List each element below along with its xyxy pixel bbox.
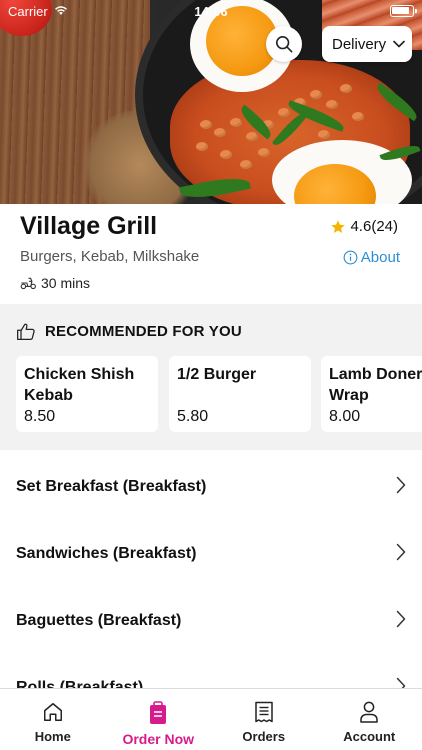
tab-label: Order Now (122, 731, 195, 747)
item-name: Chicken Shish Kebab (24, 366, 135, 404)
tab-order-now[interactable]: Order Now (106, 689, 212, 750)
tab-label: Home (34, 729, 71, 744)
tab-label: Account (343, 729, 396, 744)
chevron-right-icon (396, 543, 406, 561)
home-icon (43, 703, 62, 721)
chevron-right-icon (396, 476, 406, 494)
clock: 14:06 (194, 4, 228, 19)
item-name: 1/2 Burger (177, 366, 257, 383)
bean (278, 108, 290, 117)
item-price: 8.00 (329, 408, 361, 425)
recommended-item[interactable]: Chicken Shish Kebab 8.50 (16, 356, 158, 432)
user-icon (360, 701, 378, 723)
tab-label: Orders (242, 729, 286, 744)
delivery-time-value: 30 mins (41, 275, 91, 291)
item-price: 5.80 (177, 408, 209, 425)
tab-home[interactable]: Home (0, 689, 106, 750)
bean (220, 150, 232, 159)
category-label: Sandwiches (Breakfast) (16, 545, 197, 562)
bottom-tab-bar: Home Order Now Orders Account (0, 688, 422, 750)
rating-value: 4.6(24) (350, 218, 398, 235)
bean (310, 90, 322, 99)
about-link[interactable]: About (343, 249, 400, 266)
status-bar: Carrier 14:06 (0, 0, 422, 24)
search-icon (275, 35, 293, 53)
bean (326, 100, 338, 109)
delivery-mode-label: Delivery (332, 35, 387, 53)
battery-icon (390, 5, 417, 17)
bean (352, 112, 364, 121)
recommended-item[interactable]: 1/2 Burger 5.80 (169, 356, 311, 432)
receipt-icon (255, 701, 273, 723)
rating[interactable]: 4.6(24) (330, 218, 398, 235)
item-price: 8.50 (24, 408, 56, 425)
bean (214, 128, 226, 137)
delivery-time: 30 mins (20, 275, 90, 291)
recommended-heading: RECOMMENDED FOR YOU (16, 322, 242, 341)
order-bag-icon (150, 701, 167, 724)
restaurant-name: Village Grill (20, 212, 158, 240)
bean (246, 132, 258, 141)
recommended-item[interactable]: Lamb Doner Wrap 8.00 (321, 356, 422, 432)
category-row-baguettes[interactable]: Baguettes (Breakfast) (0, 586, 422, 654)
category-row-set-breakfast[interactable]: Set Breakfast (Breakfast) (0, 452, 422, 520)
star-icon (331, 219, 346, 233)
about-label: About (360, 249, 400, 266)
tab-account[interactable]: Account (317, 689, 422, 750)
bean (200, 120, 212, 129)
delivery-mode-select[interactable]: Delivery (322, 26, 412, 62)
bean (258, 148, 270, 157)
tab-orders[interactable]: Orders (211, 689, 317, 750)
bean (230, 118, 242, 127)
bean (196, 142, 208, 151)
cuisine-tags: Burgers, Kebab, Milkshake (20, 248, 200, 265)
info-icon (343, 250, 358, 265)
category-label: Baguettes (Breakfast) (16, 612, 182, 629)
hero-food-image: Carrier 14:06 Delivery (0, 0, 422, 204)
bean (240, 160, 252, 169)
search-button[interactable] (266, 26, 302, 62)
item-name: Lamb Doner Wrap (329, 366, 422, 404)
scooter-icon (20, 277, 36, 290)
thumbs-up-icon (17, 323, 35, 341)
recommended-title: RECOMMENDED FOR YOU (45, 323, 242, 340)
chevron-right-icon (396, 610, 406, 628)
chevron-down-icon (393, 40, 405, 48)
bean (318, 130, 330, 139)
recommended-section: RECOMMENDED FOR YOU Chicken Shish Kebab … (0, 304, 422, 450)
category-label: Set Breakfast (Breakfast) (16, 478, 207, 495)
restaurant-info: Village Grill 4.6(24) Burgers, Kebab, Mi… (0, 204, 422, 304)
category-row-sandwiches[interactable]: Sandwiches (Breakfast) (0, 519, 422, 587)
bean (340, 84, 352, 93)
